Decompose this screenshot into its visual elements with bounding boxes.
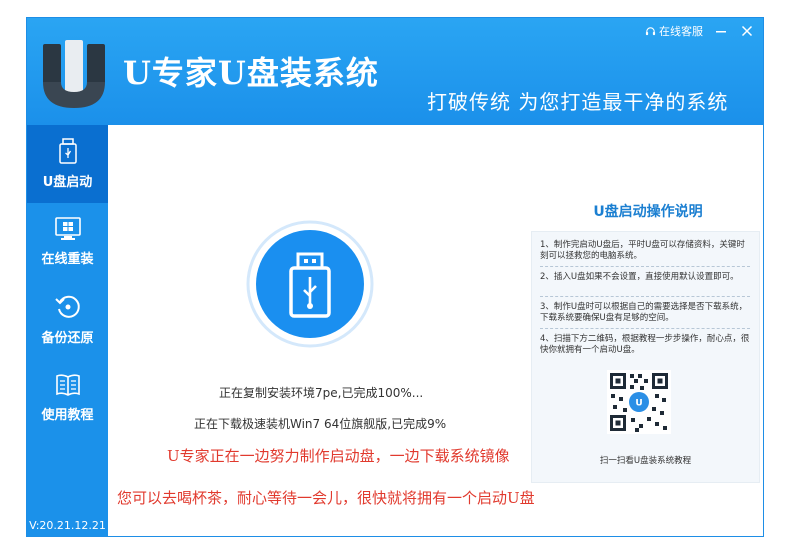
usb-progress-icon: [246, 220, 374, 348]
sidebar-item-online-reinstall[interactable]: 在线重装: [27, 203, 108, 281]
sidebar-item-tutorial[interactable]: 使用教程: [27, 359, 108, 437]
guide-title: U盘启动操作说明: [593, 204, 703, 220]
version-label: V:20.21.12.21: [29, 519, 106, 532]
guide-panel: 1、制作完启动U盘后，平时U盘可以存储资料，关键时刻可以拯救您的电脑系统。 2、…: [531, 231, 760, 483]
online-service-button[interactable]: 在线客服: [645, 23, 703, 39]
status-copy-text: 正在复制安装环境7pe,已完成100%...: [219, 386, 424, 400]
svg-text:U: U: [635, 399, 642, 409]
guide-step-1: 1、制作完启动U盘后，平时U盘可以存储资料，关键时刻可以拯救您的电脑系统。: [540, 240, 745, 261]
u-expert-logo: [43, 40, 105, 108]
qr-code: U: [607, 370, 671, 434]
status-download-text: 正在下载极速装机Win7 64位旗舰版,已完成9%: [194, 417, 447, 431]
headset-icon: [645, 26, 656, 35]
notice-making-disk: U专家正在一边努力制作启动盘，一边下载系统镜像: [167, 447, 510, 465]
slogan: 打破传统 为您打造最干净的系统: [427, 90, 729, 114]
guide-divider: [540, 328, 750, 329]
usb-drive-icon: [58, 138, 77, 164]
close-icon: [741, 25, 753, 37]
guide-divider: [540, 296, 750, 297]
online-service-label: 在线客服: [659, 25, 703, 38]
restore-icon: [54, 295, 80, 318]
main-window: U专家U盘装系统 打破传统 为您打造最干净的系统 在线客服 U盘启动 在线重装: [26, 17, 764, 537]
monitor-windows-icon: [54, 217, 81, 240]
guide-step-2: 2、插入U盘如果不会设置，直接使用默认设置即可。: [540, 272, 739, 282]
main-content: 正在复制安装环境7pe,已完成100%... 正在下载极速装机Win7 64位旗…: [108, 125, 763, 536]
header-banner: U专家U盘装系统 打破传统 为您打造最干净的系统 在线客服: [27, 18, 763, 125]
sidebar-item-label: 在线重装: [41, 252, 94, 267]
sidebar-item-usb-boot[interactable]: U盘启动: [27, 125, 108, 203]
sidebar-item-label: 使用教程: [41, 408, 94, 423]
guide-divider: [540, 266, 750, 267]
app-title: U专家U盘装系统: [123, 54, 379, 92]
close-button[interactable]: [739, 23, 755, 39]
qr-caption: 扫一扫看U盘装系统教程: [599, 456, 692, 466]
minimize-icon: [716, 31, 726, 33]
window-controls: 在线客服: [645, 20, 755, 42]
sidebar-item-label: 备份还原: [41, 331, 94, 346]
guide-step-3: 3、制作U盘时可以根据自己的需要选择是否下载系统，下载系统要确保U盘有足够的空间…: [540, 302, 748, 323]
sidebar-item-backup-restore[interactable]: 备份还原: [27, 281, 108, 359]
minimize-button[interactable]: [713, 23, 729, 39]
book-icon: [55, 374, 80, 396]
sidebar: U盘启动 在线重装 备份还原 使用教程 V:20.21.12.21: [27, 125, 108, 536]
guide-step-4: 4、扫描下方二维码，根据教程一步步操作，耐心点，很快你就拥有一个启动U盘。: [540, 334, 750, 355]
notice-wait: 您可以去喝杯茶，耐心等待一会儿，很快就将拥有一个启动U盘: [117, 489, 535, 507]
sidebar-item-label: U盘启动: [42, 175, 93, 190]
